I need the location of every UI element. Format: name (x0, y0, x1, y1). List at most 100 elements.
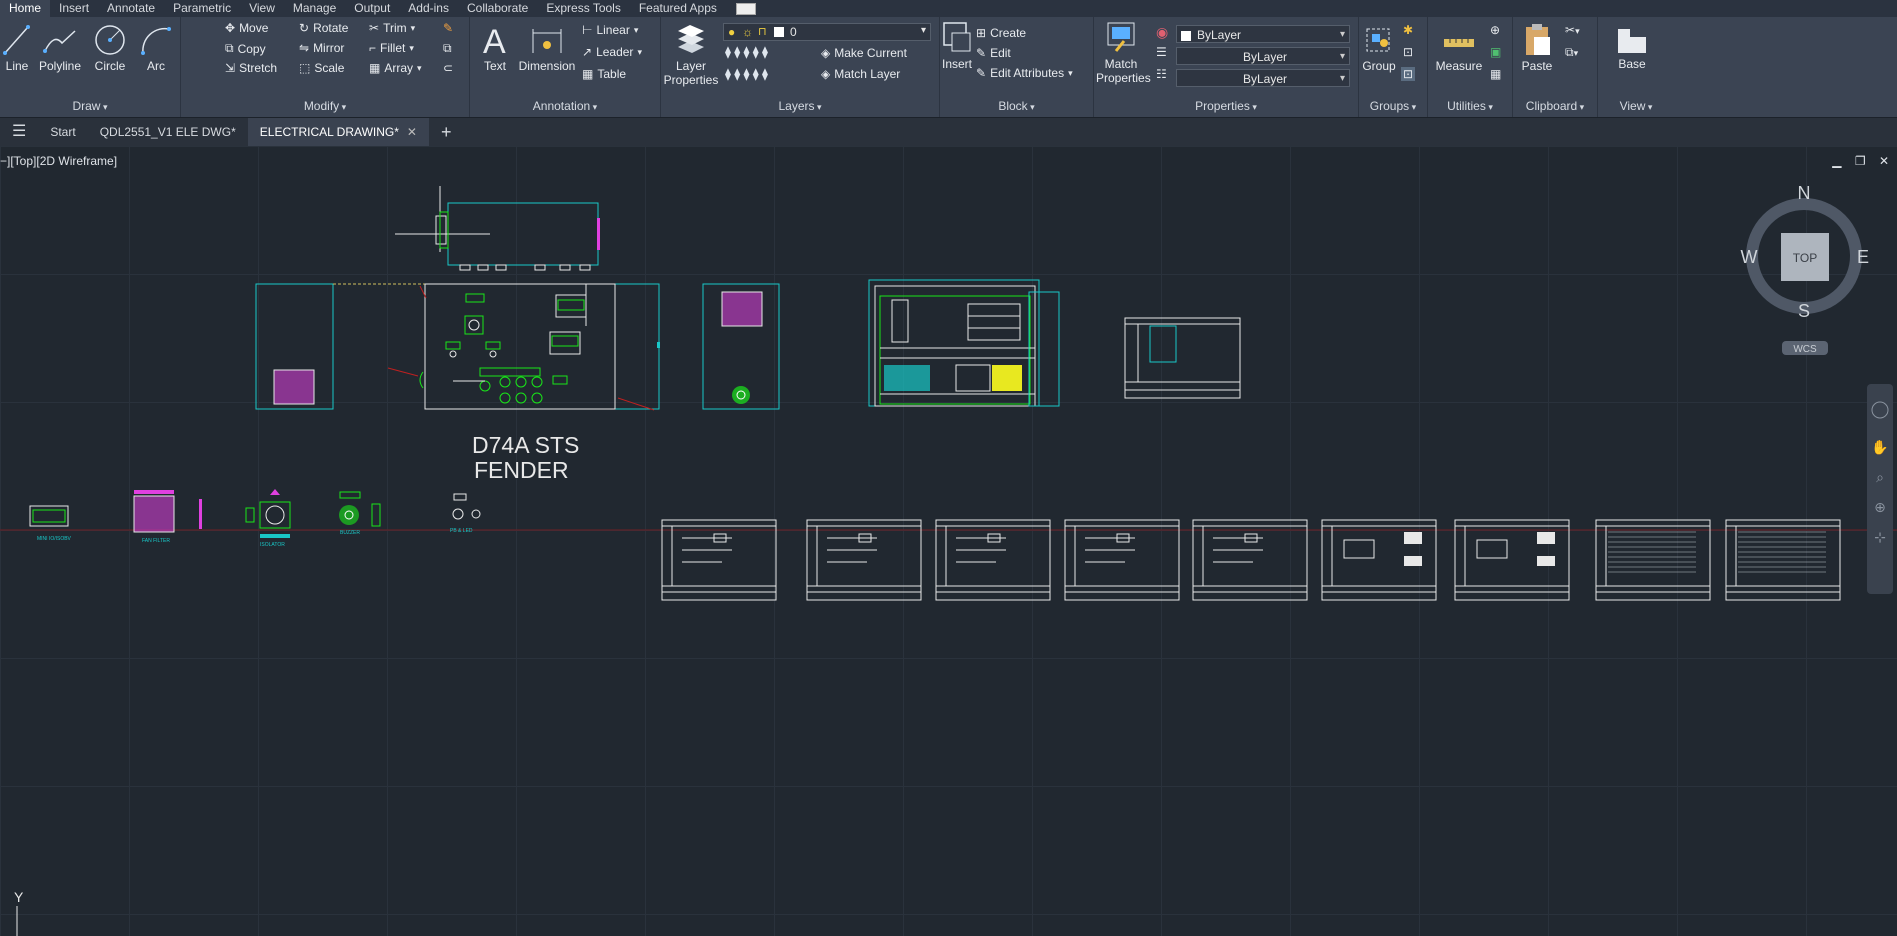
trim-button[interactable]: ✂ Trim ▾ (369, 21, 415, 35)
make-current-button[interactable]: ◈ Make Current (821, 46, 907, 60)
enclosure-side-view[interactable] (702, 283, 780, 410)
component-symbols[interactable]: MINI IO/ISOBV FAN FILTER ISOLATOR BUZZER… (29, 489, 481, 548)
close-tab-icon[interactable]: ✕ (407, 125, 417, 139)
fillet-button[interactable]: ⌐ Fillet ▾ (369, 41, 414, 55)
annotation-panel-title[interactable]: Annotation (470, 97, 660, 115)
clipboard-panel-title[interactable]: Clipboard (1513, 97, 1597, 115)
drawing-canvas[interactable]: D74A STS FENDER MINI IO/ISOBV FAN FILTER… (0, 146, 1897, 936)
measure-button[interactable]: Measure (1432, 25, 1486, 73)
restore-viewport-icon[interactable]: ❐ (1855, 154, 1866, 168)
cut-icon[interactable]: ✂▾ (1565, 23, 1580, 37)
tab-qdl2551[interactable]: QDL2551_V1 ELE DWG* (88, 118, 248, 146)
viewport-controls-label[interactable]: −][Top][2D Wireframe] (0, 154, 117, 168)
erase-icon[interactable]: ✎ (443, 21, 453, 35)
tab-featured-apps[interactable]: Featured Apps (630, 0, 726, 17)
copy-clipboard-icon[interactable]: ⧉▾ (1565, 45, 1578, 60)
group-edit-icon[interactable]: ⊡ (1403, 45, 1413, 59)
tab-insert[interactable]: Insert (50, 0, 98, 17)
ungroup-icon[interactable]: ✱ (1403, 23, 1413, 37)
array-dropdown-icon[interactable]: ▾ (417, 63, 422, 74)
tab-collaborate[interactable]: Collaborate (458, 0, 537, 17)
schematic-sheet[interactable] (1725, 519, 1841, 601)
schematic-sheet[interactable] (935, 519, 1051, 601)
navigation-bar[interactable]: ✋ ⌕ ⊕ ⊹ (1867, 384, 1893, 594)
copy-clip-icon[interactable]: ⧉ (443, 41, 452, 56)
backplate-layout[interactable] (868, 279, 1060, 407)
insert-button[interactable]: Insert (940, 21, 974, 71)
tab-home[interactable]: Home (0, 0, 51, 17)
fillet-dropdown-icon[interactable]: ▾ (409, 43, 414, 54)
schematic-sheet[interactable] (1454, 519, 1570, 601)
layer-tools-row-2[interactable]: ⧫ ⧫ ⧫ ⧫ ⧫ (725, 67, 768, 81)
view-panel-title[interactable]: View (1598, 97, 1674, 115)
move-button[interactable]: ✥ Move (225, 21, 268, 35)
properties-panel-title[interactable]: Properties (1094, 97, 1358, 115)
new-tab-icon[interactable]: + (429, 118, 464, 146)
copy-button[interactable]: ⧉ Copy (225, 41, 266, 56)
lineweight-dropdown[interactable]: ByLayer (1176, 69, 1350, 88)
wcs-menu[interactable]: WCS (1793, 344, 1817, 355)
group-selection-icon[interactable]: ⊡ (1401, 67, 1416, 81)
layers-panel-title[interactable]: Layers (661, 97, 939, 115)
leader-button[interactable]: ↗ Leader ▾ (582, 45, 642, 59)
minimize-viewport-icon[interactable]: ▁ (1832, 154, 1841, 168)
edit-block-button[interactable]: ✎ Edit (976, 46, 1011, 60)
viewcube-east[interactable]: E (1857, 247, 1869, 267)
viewcube-top-face[interactable]: TOP (1793, 251, 1817, 265)
tab-manage[interactable]: Manage (284, 0, 345, 17)
mirror-button[interactable]: ⇋ Mirror (299, 41, 344, 55)
array-button[interactable]: ▦ Array ▾ (369, 61, 422, 75)
tab-start[interactable]: Start (38, 118, 87, 146)
dimension-button[interactable]: Dimension (516, 23, 578, 73)
color-dropdown[interactable]: ByLayer (1176, 25, 1350, 44)
drawing-sheet-preview[interactable] (1124, 317, 1241, 399)
stretch-button[interactable]: ⇲ Stretch (225, 61, 277, 75)
base-button[interactable]: Base (1610, 25, 1654, 71)
tab-express-tools[interactable]: Express Tools (537, 0, 629, 17)
quick-select-icon[interactable]: ⊕ (1490, 23, 1500, 37)
block-panel-title[interactable]: Block (940, 97, 1093, 115)
linear-button[interactable]: ⊢ Linear ▾ (582, 23, 638, 37)
schematic-sheet[interactable] (806, 519, 922, 601)
viewcube-north[interactable]: N (1798, 183, 1811, 203)
schematic-sheet[interactable] (1595, 519, 1711, 601)
schematic-sheet[interactable] (661, 519, 777, 601)
calculator-icon[interactable]: ▦ (1490, 67, 1501, 81)
scale-button[interactable]: ⬚ Scale (299, 61, 344, 75)
linetype-dropdown[interactable]: ByLayer (1176, 47, 1350, 66)
utilities-panel-title[interactable]: Utilities (1428, 97, 1512, 115)
select-all-icon[interactable]: ▣ (1490, 45, 1501, 59)
tab-electrical-drawing[interactable]: ELECTRICAL DRAWING* ✕ (247, 118, 429, 146)
group-button[interactable]: Group (1361, 23, 1397, 73)
tab-add-ins[interactable]: Add-ins (399, 0, 458, 17)
enclosure-front-view[interactable] (255, 283, 660, 411)
line-button[interactable]: Line (2, 23, 32, 73)
create-block-button[interactable]: ⊞ Create (976, 26, 1026, 40)
match-layer-button[interactable]: ◈ Match Layer (821, 67, 900, 81)
layer-properties-button[interactable]: Layer Properties (663, 23, 719, 87)
groups-panel-title[interactable]: Groups (1359, 97, 1427, 115)
trim-dropdown-icon[interactable]: ▾ (411, 23, 416, 34)
tab-parametric[interactable]: Parametric (164, 0, 240, 17)
text-button[interactable]: A Text (476, 23, 514, 73)
layer-dropdown[interactable]: ● ☼ ⊓ 0 ▾ (723, 23, 931, 41)
table-button[interactable]: ▦ Table (582, 67, 626, 81)
viewcube-south[interactable]: S (1798, 301, 1810, 321)
tab-annotate[interactable]: Annotate (98, 0, 164, 17)
match-properties-button[interactable]: Match Properties (1096, 21, 1151, 85)
paste-button[interactable]: Paste (1517, 23, 1557, 73)
hamburger-menu-icon[interactable]: ☰ (0, 118, 38, 146)
polyline-button[interactable]: Polyline (36, 23, 84, 73)
draw-panel-title[interactable]: Draw (0, 97, 180, 115)
viewcube-west[interactable]: W (1741, 247, 1758, 267)
schematic-sheets-row[interactable] (661, 519, 1841, 601)
panel-side-view[interactable] (395, 186, 600, 271)
modify-panel-title[interactable]: Modify (181, 97, 469, 115)
offset-icon[interactable]: ⊂ (443, 61, 453, 75)
tab-output[interactable]: Output (345, 0, 399, 17)
schematic-sheet[interactable] (1192, 519, 1308, 601)
edit-attributes-button[interactable]: ✎ Edit Attributes ▾ (976, 66, 1073, 80)
schematic-sheet[interactable] (1064, 519, 1180, 601)
schematic-sheet[interactable] (1321, 519, 1437, 601)
arc-button[interactable]: Arc (138, 23, 174, 73)
